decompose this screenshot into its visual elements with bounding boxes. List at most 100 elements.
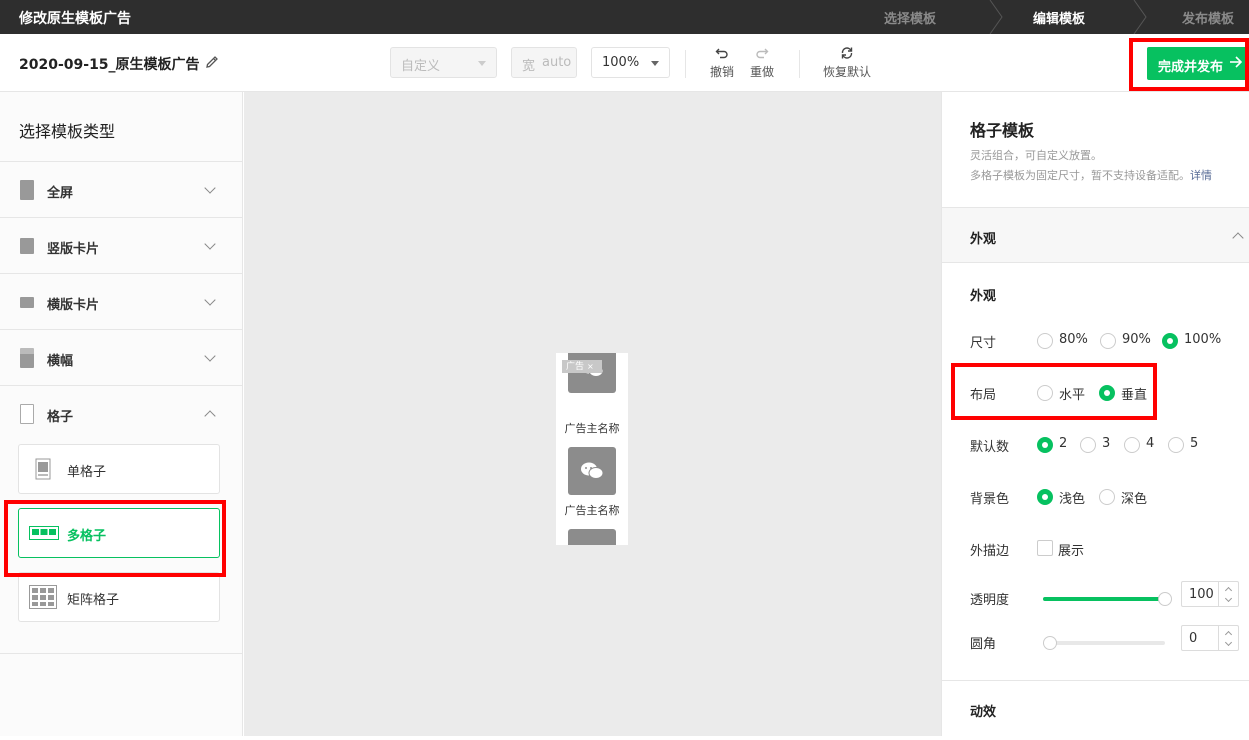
radius-input[interactable]: 0 — [1181, 625, 1239, 651]
radius-value: 0 — [1189, 631, 1198, 646]
width-label: 宽 — [522, 59, 536, 74]
number-stepper[interactable] — [1218, 582, 1238, 606]
category-vertical-card[interactable]: 竖版卡片 — [0, 218, 242, 274]
refresh-icon — [841, 47, 853, 59]
chevron-up-icon — [1232, 232, 1244, 244]
reset-button[interactable]: 恢复默认 — [817, 46, 877, 80]
category-label: 竖版卡片 — [47, 242, 100, 257]
radio-label: 5 — [1190, 436, 1199, 451]
border-checkbox[interactable] — [1037, 540, 1053, 556]
custom-size-select[interactable]: 自定义 — [390, 47, 497, 78]
size-label: 尺寸 — [970, 336, 997, 351]
preview-canvas: 广告 × 广告主名称 广告主名称 — [244, 92, 941, 736]
subtype-multi-grid[interactable]: 多格子 — [18, 508, 220, 558]
panel-title: 格子模板 — [970, 121, 1035, 140]
section-label: 外观 — [970, 232, 997, 247]
section-label: 动效 — [970, 705, 997, 720]
panel-note-text: 多格子模板为固定尺寸，暂不支持设备适配。 — [970, 169, 1190, 182]
category-label: 横版卡片 — [47, 298, 100, 313]
step-separator-icon — [989, 0, 1003, 34]
radius-label: 圆角 — [970, 637, 997, 652]
banner-icon — [20, 348, 34, 368]
top-bar: 修改原生模板广告 选择模板 编辑模板 发布模板 — [0, 0, 1249, 34]
opacity-slider[interactable] — [1043, 592, 1172, 606]
reset-label: 恢复默认 — [822, 65, 871, 79]
category-label: 全屏 — [47, 186, 74, 201]
multi-grid-icon — [29, 526, 59, 540]
custom-size-value: 自定义 — [401, 59, 441, 74]
step-indicator: 选择模板 编辑模板 发布模板 — [829, 0, 1249, 34]
close-icon[interactable]: × — [587, 362, 594, 371]
fullscreen-template-icon — [20, 180, 34, 200]
radius-row: 圆角 0 — [970, 625, 1240, 653]
category-label: 格子 — [47, 410, 74, 425]
undo-label: 撤销 — [709, 65, 734, 79]
step-separator-icon — [1133, 0, 1147, 34]
category-banner[interactable]: 横幅 — [0, 330, 242, 386]
ad-preview[interactable]: 广告 × 广告主名称 广告主名称 — [556, 353, 628, 545]
chevron-down-icon[interactable] — [1224, 638, 1233, 647]
section-motion-header[interactable]: 动效 — [942, 680, 1249, 740]
category-grid[interactable]: 格子 — [0, 386, 242, 442]
advertiser-name: 广告主名称 — [564, 504, 620, 517]
publish-button[interactable]: 完成并发布 — [1147, 47, 1247, 80]
category-fullscreen[interactable]: 全屏 — [0, 162, 242, 218]
wechat-icon — [581, 462, 604, 479]
number-stepper[interactable] — [1218, 626, 1238, 650]
chevron-up-icon — [204, 410, 216, 422]
subtype-matrix-grid[interactable]: 矩阵格子 — [18, 572, 220, 622]
category-horizontal-card[interactable]: 横版卡片 — [0, 274, 242, 330]
radio-label: 100% — [1184, 332, 1222, 347]
publish-label: 完成并发布 — [1158, 60, 1224, 75]
chevron-up-icon[interactable] — [1224, 586, 1233, 595]
radius-slider[interactable] — [1043, 636, 1165, 650]
subtype-label: 单格子 — [67, 465, 107, 480]
chevron-up-icon[interactable] — [1224, 630, 1233, 639]
border-label: 外描边 — [970, 544, 1010, 559]
redo-button[interactable]: 重做 — [737, 46, 787, 80]
single-grid-icon — [35, 458, 51, 480]
settings-panel: 格子模板 灵活组合，可自定义放置。 多格子模板为固定尺寸，暂不支持设备适配。详情… — [941, 92, 1249, 740]
advertiser-name: 广告主名称 — [564, 422, 620, 435]
ad-item-tile — [568, 447, 616, 495]
divider — [685, 50, 686, 78]
redo-label: 重做 — [749, 65, 774, 79]
subtype-label: 矩阵格子 — [67, 593, 120, 608]
step-select-template: 选择模板 — [884, 12, 937, 27]
section-appearance-header[interactable]: 外观 — [942, 207, 1249, 263]
ad-label-badge: 广告 × — [562, 360, 602, 373]
radio-label: 80% — [1059, 332, 1088, 347]
subsection-title: 外观 — [970, 289, 997, 304]
opacity-input[interactable]: 100 — [1181, 581, 1239, 607]
edit-pencil-icon[interactable] — [204, 54, 220, 70]
divider — [799, 50, 800, 78]
grid-subtypes: 单格子 多格子 矩阵格子 — [0, 442, 242, 654]
step-edit-template: 编辑模板 — [1033, 12, 1086, 27]
radio-label: 浅色 — [1059, 492, 1086, 507]
category-label: 横幅 — [47, 354, 74, 369]
zoom-select[interactable]: 100% — [591, 47, 670, 78]
opacity-value: 100 — [1189, 587, 1214, 602]
radio-label: 垂直 — [1121, 388, 1148, 403]
panel-note: 多格子模板为固定尺寸，暂不支持设备适配。详情 — [970, 167, 1212, 183]
chevron-down-icon — [204, 350, 216, 362]
radio-label: 3 — [1102, 436, 1111, 451]
border-row: 外描边 展示 — [970, 540, 1220, 560]
radio-label: 2 — [1059, 436, 1068, 451]
chevron-down-icon[interactable] — [1224, 594, 1233, 603]
grid-template-icon — [20, 404, 34, 424]
checkbox-label: 展示 — [1058, 544, 1085, 559]
slider-handle[interactable] — [1158, 592, 1172, 606]
redo-icon — [756, 48, 769, 59]
zoom-value: 100% — [602, 55, 640, 70]
chevron-down-icon — [204, 294, 216, 306]
slider-handle[interactable] — [1043, 636, 1057, 650]
subtype-single-grid[interactable]: 单格子 — [18, 444, 220, 494]
radio-label: 4 — [1146, 436, 1155, 451]
chevron-down-icon — [478, 61, 486, 66]
width-value: auto — [542, 55, 572, 70]
ad-item-tile — [568, 529, 616, 545]
count-label: 默认数 — [970, 440, 1010, 455]
width-input[interactable]: 宽 auto — [511, 47, 577, 78]
details-link[interactable]: 详情 — [1190, 169, 1212, 182]
